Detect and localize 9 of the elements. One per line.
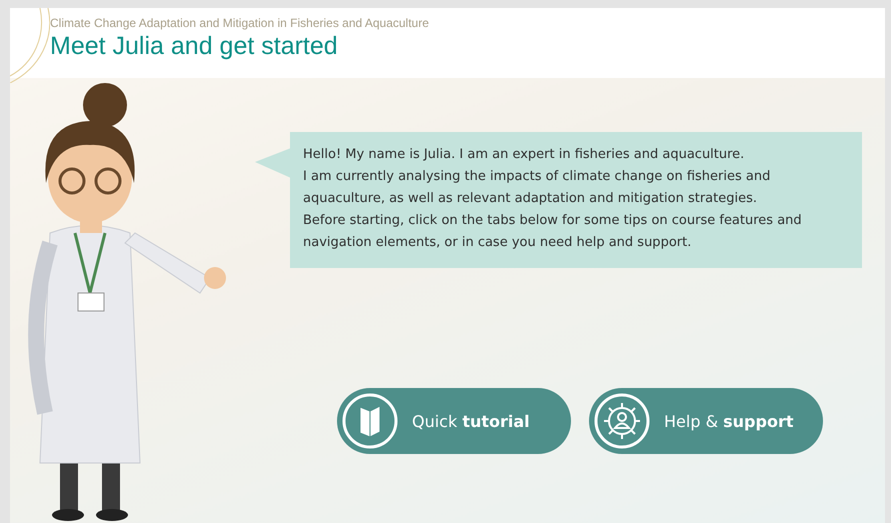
- help-support-button[interactable]: Help & support: [589, 388, 823, 454]
- book-icon: [342, 393, 398, 449]
- gear-person-icon: [594, 393, 650, 449]
- quick-tutorial-button[interactable]: Quick tutorial: [337, 388, 571, 454]
- page-title: Meet Julia and get started: [50, 32, 339, 61]
- course-title: Climate Change Adaptation and Mitigation in Fisheries and Aquaculture: [50, 16, 429, 30]
- speech-text: Before starting, click on the tabs below for some tips on course features and navigation elements, or in case you need help and support.: [303, 212, 803, 252]
- speech-text: I am currently analysing the impacts of climate change on fisheries and aquaculture, as well as relevant adaptation and mitigation strategies.: [303, 168, 772, 208]
- speech-text: Hello! My name is Julia. I am an expert in fisheries and aquaculture.: [303, 146, 746, 164]
